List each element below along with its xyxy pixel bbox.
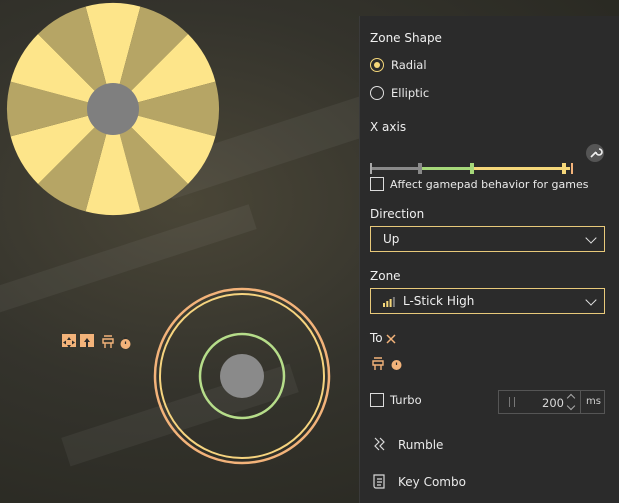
rumble-label: Rumble	[398, 438, 444, 452]
vibration-icon	[374, 437, 385, 451]
direction-title: Direction	[370, 207, 425, 221]
chevron-down-icon	[585, 232, 597, 244]
pause-icon	[509, 397, 515, 407]
slider-handle-deadzone[interactable]	[418, 163, 422, 174]
turbo-label: Turbo	[390, 393, 422, 407]
turbo-interval-stepper[interactable]: 200 ms	[498, 390, 605, 414]
radial-zone-preview	[7, 3, 219, 215]
turbo-checkbox[interactable]: Turbo	[370, 393, 450, 409]
signal-bars-icon	[383, 297, 395, 307]
slider-handle-start[interactable]	[370, 163, 372, 174]
slider-handle-mid[interactable]	[470, 163, 474, 174]
timer-icon	[119, 335, 133, 349]
stick-high-icon	[100, 334, 114, 348]
key-combo-label: Key Combo	[398, 475, 466, 489]
slider-track-green	[422, 167, 472, 170]
slider-handle-end[interactable]	[571, 163, 573, 174]
x-axis-slider[interactable]	[360, 16, 600, 176]
zone-title: Zone	[370, 269, 401, 283]
arrow-up-icon	[80, 334, 94, 347]
rumble-button[interactable]: Rumble	[370, 436, 490, 456]
chevron-down-icon	[585, 294, 597, 306]
turbo-box[interactable]	[370, 393, 384, 407]
wrench-icon	[590, 148, 603, 158]
turbo-value[interactable]: 200	[542, 396, 564, 410]
affect-gamepad-box[interactable]	[370, 177, 384, 191]
to-title: To	[370, 331, 383, 345]
slider-track-gray	[372, 167, 420, 170]
dpad-icon	[62, 334, 76, 348]
slider-handle-max[interactable]	[562, 163, 566, 174]
mapping-icons	[62, 334, 134, 350]
stick-dot	[220, 354, 264, 398]
stepper-down-icon[interactable]	[566, 401, 576, 411]
stick-preview	[153, 287, 331, 465]
key-combo-button[interactable]: Key Combo	[370, 473, 510, 493]
to-mapping-icons	[370, 357, 406, 373]
slider-track-yellow	[472, 167, 570, 170]
zone-center-dot	[87, 83, 139, 135]
direction-select[interactable]: Up	[370, 226, 605, 252]
settings-panel: Zone Shape Radial Elliptic X axis Affect…	[359, 16, 619, 503]
close-x-icon[interactable]	[386, 334, 396, 344]
stick-high-icon	[372, 357, 384, 370]
scroll-icon	[373, 474, 385, 489]
direction-value: Up	[383, 232, 400, 246]
zone-value: L-Stick High	[403, 294, 475, 308]
slider-settings-button[interactable]	[586, 144, 604, 162]
turbo-unit: ms	[580, 391, 606, 413]
zone-select[interactable]: L-Stick High	[370, 288, 605, 314]
affect-gamepad-label: Affect gamepad behavior for games	[390, 178, 589, 191]
affect-gamepad-checkbox[interactable]: Affect gamepad behavior for games	[370, 177, 610, 193]
timer-icon	[391, 358, 402, 370]
